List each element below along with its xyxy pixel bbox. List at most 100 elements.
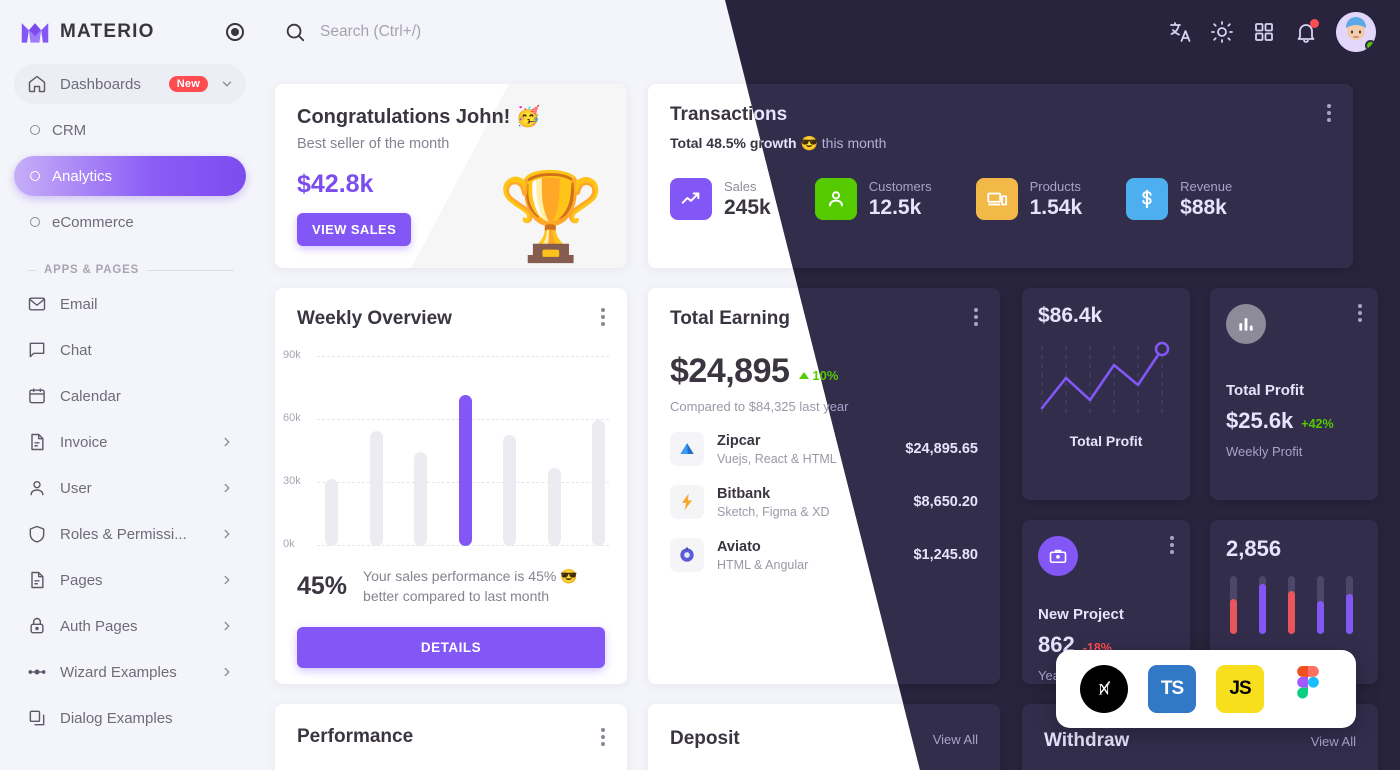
earning-delta: 10%: [799, 368, 838, 383]
trophy-icon: 🏆: [497, 169, 605, 265]
sidebar-item-calendar[interactable]: Calendar: [14, 376, 246, 416]
theme-sun-icon[interactable]: [1210, 20, 1234, 44]
item-tech: HTML & Angular: [717, 557, 809, 572]
chart-bar: [458, 394, 472, 546]
sidebar-item-dialog-examples[interactable]: Dialog Examples: [14, 698, 246, 738]
nextjs-logo-icon: N: [1080, 665, 1128, 713]
translate-icon[interactable]: [1168, 20, 1192, 44]
item-price: $8,650.20: [913, 494, 978, 510]
new-project-title: New Project: [1038, 606, 1124, 623]
sidebar-item-label: Invoice: [60, 433, 108, 451]
stat-label: Products: [1029, 178, 1081, 194]
stat-label: Revenue: [1180, 178, 1233, 194]
topbar: [260, 0, 1400, 64]
sidebar-item-roles-permissions[interactable]: Roles & Permissi...: [14, 514, 246, 554]
list-item: Aviato HTML & Angular $1,245.80: [670, 538, 978, 572]
chart-bar: [592, 420, 605, 546]
chevron-right-icon: [224, 437, 230, 447]
earning-comparison: Compared to $84,325 last year: [670, 399, 849, 414]
sidebar-item-user[interactable]: User: [14, 468, 246, 508]
sidebar-item-chat[interactable]: Chat: [14, 330, 246, 370]
earning-menu-button[interactable]: [974, 308, 978, 326]
y-axis-tick: 60k: [283, 412, 301, 424]
bar-chart-icon: [1226, 304, 1266, 344]
withdraw-title: Withdraw: [1044, 730, 1130, 751]
sidebar-item-label: CRM: [52, 121, 87, 139]
person-icon: [814, 178, 857, 220]
search-bar[interactable]: [284, 21, 1168, 43]
sidebar-item-ecommerce[interactable]: eCommerce: [14, 202, 246, 242]
sidebar-item-pages[interactable]: Pages: [14, 560, 246, 600]
total-profit-card: $86.4k Total Profit: [1022, 288, 1190, 500]
sidebar-item-auth-pages[interactable]: Auth Pages: [14, 606, 246, 646]
chart-bar: [414, 451, 427, 546]
sidebar-item-email[interactable]: Email: [14, 284, 246, 324]
sidebar-item-label: Wizard Examples: [60, 663, 177, 681]
total-profit-line-chart: [1022, 328, 1190, 429]
copy-dialog-icon: [26, 707, 48, 729]
weekly-profit-card: Total Profit $25.6k +42% Weekly Profit: [1210, 288, 1378, 500]
sidebar-item-label: Calendar: [60, 387, 121, 405]
aviato-logo-icon: [670, 538, 704, 572]
sidebar-item-label: Auth Pages: [60, 617, 138, 635]
transactions-menu-button[interactable]: [1327, 104, 1331, 122]
item-name: Zipcar: [717, 432, 761, 449]
sidebar-item-label: Pages: [60, 571, 103, 589]
calendar-icon: [26, 385, 48, 407]
sidebar-item-analytics[interactable]: Analytics: [14, 156, 246, 196]
new-project-menu-button[interactable]: [1170, 536, 1174, 554]
weekly-menu-button[interactable]: [601, 308, 605, 326]
sidebar-item-label: Dialog Examples: [60, 709, 173, 727]
total-earning-title: Total Earning: [670, 308, 790, 329]
performance-card: Performance: [275, 704, 627, 770]
y-axis-tick: 30k: [283, 475, 301, 487]
stat-value: 12.5k: [868, 195, 922, 219]
sidebar-item-wizard-examples[interactable]: Wizard Examples: [14, 652, 246, 692]
weekly-profit-menu-button[interactable]: [1358, 304, 1362, 322]
total-profit-caption: Total Profit: [1069, 433, 1143, 449]
sidebar-item-label: Email: [60, 295, 98, 313]
bell-notification-icon[interactable]: [1294, 19, 1319, 44]
performance-title: Performance: [297, 726, 414, 747]
chevron-right-icon: [224, 575, 230, 585]
chart-bar: [369, 430, 383, 546]
typescript-logo-icon: TS: [1148, 665, 1196, 713]
lock-icon: [26, 615, 48, 637]
avatar[interactable]: [1336, 12, 1376, 52]
devices-icon: [975, 178, 1018, 220]
stat-value: $88k: [1180, 195, 1227, 219]
withdraw-view-all-link[interactable]: View All: [1311, 734, 1356, 749]
sidebar-item-label: eCommerce: [52, 213, 134, 231]
apps-grid-icon[interactable]: [1252, 20, 1276, 44]
file-pages-icon: [26, 569, 48, 591]
collapse-toggle-icon[interactable]: [226, 23, 244, 41]
briefcase-icon: [1038, 536, 1078, 576]
chart-bars: [325, 356, 605, 546]
sidebar: MATERIO Dashboards New CRM Analytics: [0, 0, 260, 770]
sidebar-item-crm[interactable]: CRM: [14, 110, 246, 150]
stat-sales: Sales 245k: [670, 178, 771, 220]
view-sales-button[interactable]: VIEW SALES: [297, 213, 412, 246]
performance-menu-button[interactable]: [601, 728, 605, 746]
sidebar-item-dashboards[interactable]: Dashboards New: [14, 64, 246, 104]
chat-icon: [26, 339, 48, 361]
congrats-title: Congratulations John! 🥳: [297, 106, 541, 128]
chevron-right-icon: [224, 483, 230, 493]
deposit-view-all-link[interactable]: View All: [933, 732, 978, 747]
chevron-right-icon: [224, 621, 230, 631]
deposit-title: Deposit: [670, 728, 740, 749]
earning-amount-row: $24,895 10%: [648, 352, 1000, 391]
earning-amount: $24,895: [670, 352, 790, 390]
item-price: $24,895.65: [905, 441, 978, 457]
search-input[interactable]: [320, 23, 740, 41]
weekly-profit-delta: +42%: [1301, 417, 1334, 431]
item-price: $1,245.80: [913, 547, 978, 563]
sidebar-item-invoice[interactable]: Invoice: [14, 422, 246, 462]
floating-tech-logos-card: N TS JS: [1056, 650, 1356, 728]
zipcar-logo-icon: [670, 432, 704, 466]
weekly-bar-chart: 90k 60k 30k 0k: [283, 349, 609, 550]
online-status-dot: [1365, 40, 1376, 51]
shield-icon: [26, 523, 48, 545]
details-button[interactable]: DETAILS: [297, 626, 605, 668]
total-profit-value: $86.4k: [1038, 304, 1103, 327]
